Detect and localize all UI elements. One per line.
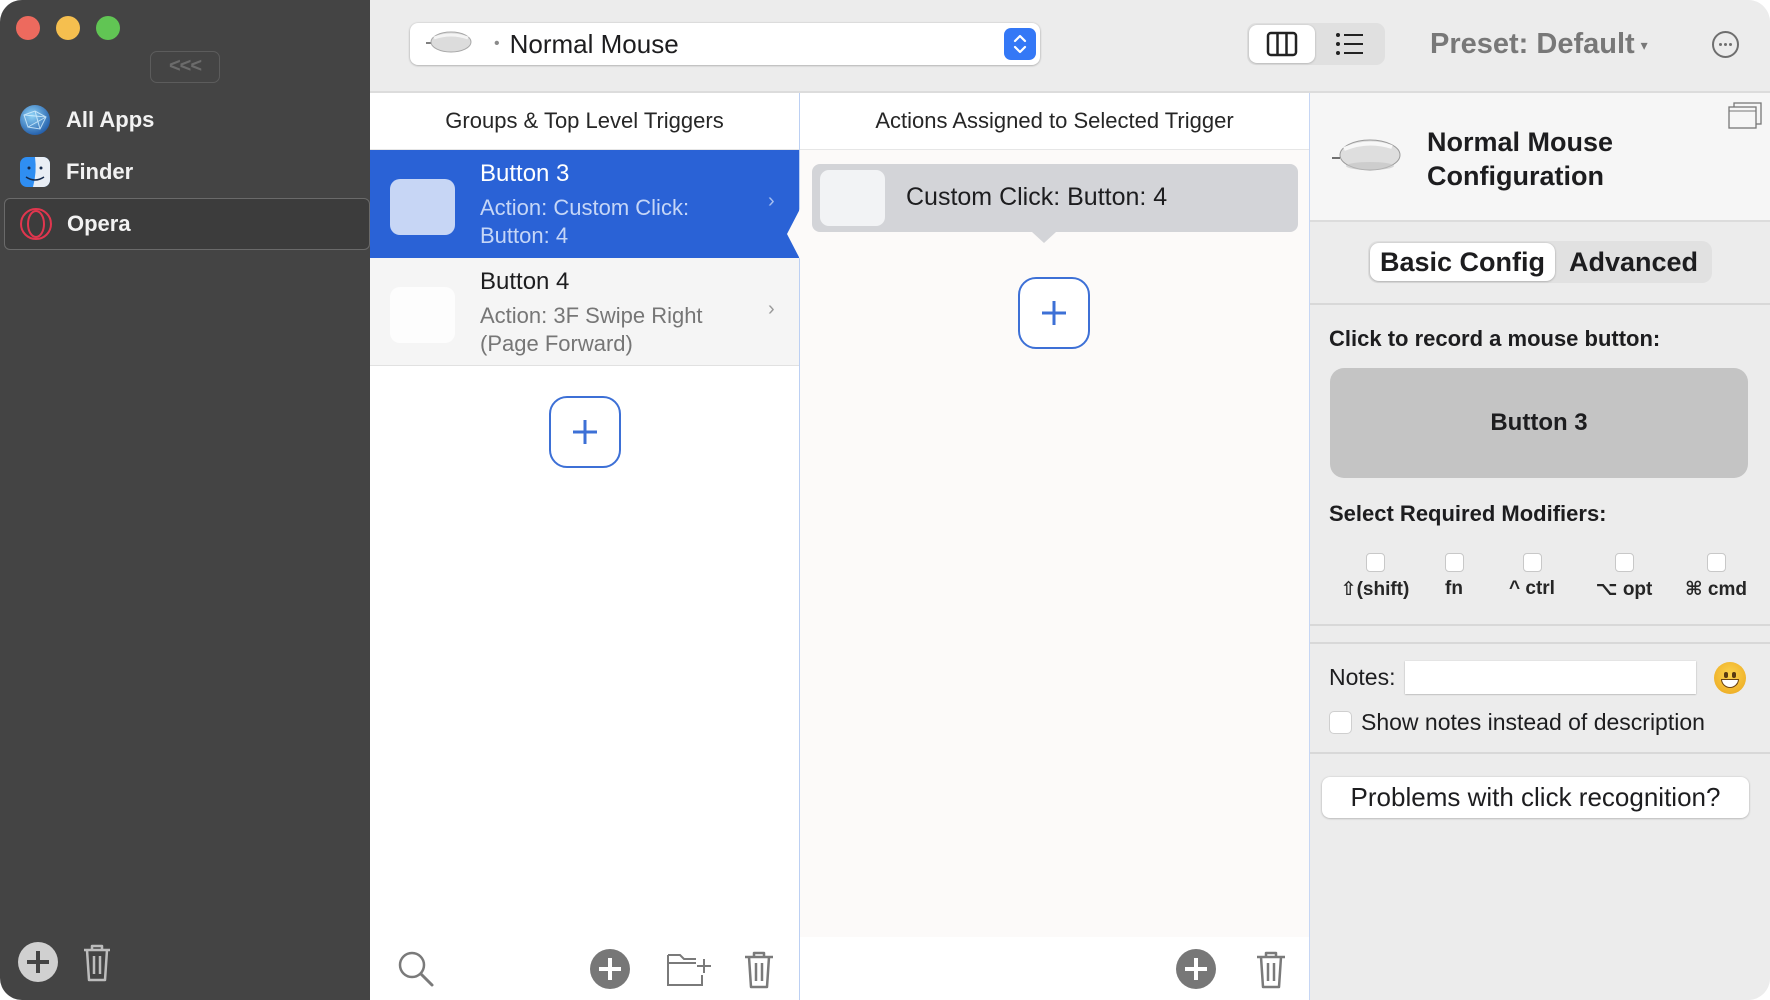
mouse-icon [1330, 133, 1404, 182]
modifier-shift[interactable]: ⇧(shift) [1330, 553, 1420, 601]
columns-view-button[interactable] [1249, 25, 1315, 63]
trigger-title: Button 4 [480, 268, 570, 295]
config-panel: Normal Mouse Configuration Basic Config … [1309, 93, 1770, 1000]
cmd-checkbox[interactable] [1706, 553, 1726, 572]
divider [1310, 642, 1770, 644]
list-icon [1336, 33, 1363, 55]
modifier-opt[interactable]: ⌥ opt [1579, 553, 1669, 601]
modifier-fn[interactable]: fn [1409, 553, 1499, 600]
config-title: Normal Mouse Configuration [1427, 127, 1614, 191]
modifier-ctrl[interactable]: ^ ctrl [1487, 553, 1577, 600]
trash-icon[interactable] [80, 942, 114, 982]
action-label: Custom Click: Button: 4 [906, 183, 1168, 211]
new-folder-icon[interactable] [666, 949, 712, 987]
notes-label: Notes: [1329, 664, 1396, 690]
sidebar-footer [18, 942, 114, 982]
chevron-right-icon: › [768, 298, 775, 320]
chevron-up-down-icon[interactable] [1004, 28, 1036, 60]
trigger-thumbnail [390, 287, 455, 343]
separator-dot: • [494, 35, 500, 52]
opera-icon [19, 207, 53, 241]
emoji-picker-icon[interactable] [1714, 662, 1746, 694]
modifier-label: ⌘ cmd [1685, 579, 1747, 600]
action-thumbnail [820, 170, 885, 226]
search-icon[interactable] [396, 949, 436, 989]
sidebar-item-all-apps[interactable]: All Apps [4, 94, 370, 146]
sidebar-item-opera[interactable]: Opera [4, 198, 370, 250]
finder-icon [18, 155, 52, 189]
device-select[interactable]: • Normal Mouse [410, 23, 1040, 65]
modifier-label: ⌥ opt [1595, 579, 1653, 600]
trigger-thumbnail [390, 179, 455, 235]
modifier-label: fn [1445, 578, 1463, 599]
detach-window-icon[interactable] [1727, 101, 1763, 131]
tab-advanced[interactable]: Advanced [1557, 243, 1710, 281]
actions-column-header: Actions Assigned to Selected Trigger [800, 93, 1309, 150]
device-name: Normal Mouse [509, 28, 679, 59]
add-trigger-footer-button[interactable] [590, 949, 630, 989]
add-action-footer-button[interactable] [1176, 949, 1216, 989]
add-trigger-button[interactable] [549, 396, 621, 468]
trash-icon[interactable] [1254, 949, 1288, 989]
divider [1310, 303, 1770, 305]
divider [1310, 752, 1770, 754]
close-window-button[interactable] [16, 16, 40, 40]
collapse-sidebar-button[interactable]: <<< [150, 51, 220, 83]
selection-pointer [787, 207, 801, 261]
trigger-row[interactable]: Button 3 Action: Custom Click: Button: 4… [370, 150, 799, 258]
divider [1310, 624, 1770, 626]
record-label: Click to record a mouse button: [1329, 326, 1661, 351]
tab-basic-config[interactable]: Basic Config [1370, 243, 1555, 281]
actions-list: Custom Click: Button: 4 [787, 150, 1309, 937]
add-app-button[interactable] [18, 942, 58, 982]
sidebar-item-finder[interactable]: Finder [4, 146, 370, 198]
ellipsis-circle-icon[interactable] [1712, 31, 1739, 58]
modifier-label: ^ ctrl [1509, 578, 1555, 599]
actions-footer [800, 935, 1309, 1000]
shift-checkbox[interactable] [1365, 553, 1385, 572]
show-notes-checkbox[interactable] [1329, 711, 1352, 734]
ctrl-checkbox[interactable] [1522, 553, 1542, 572]
sidebar-item-label: All Apps [66, 107, 155, 132]
triggers-footer [370, 935, 799, 1000]
list-view-button[interactable] [1317, 25, 1383, 63]
trigger-description: Action: 3F Swipe Right (Page Forward) [480, 303, 703, 356]
sidebar-item-label: Finder [66, 159, 134, 184]
modifiers-label: Select Required Modifiers: [1329, 501, 1607, 526]
action-row[interactable]: Custom Click: Button: 4 [812, 164, 1298, 243]
globe-network-icon [18, 103, 52, 137]
chevron-right-icon: › [768, 190, 775, 212]
problems-button[interactable]: Problems with click recognition? [1322, 777, 1749, 818]
view-mode-toggle [1247, 23, 1385, 65]
trigger-description: Action: Custom Click: Button: 4 [480, 195, 690, 248]
maximize-window-button[interactable] [96, 16, 120, 40]
app-window: <<< All Apps Finder Opera • Normal Mouse… [0, 0, 1770, 1000]
trigger-row[interactable]: Button 4 Action: 3F Swipe Right (Page Fo… [370, 258, 799, 366]
notes-field[interactable] [1405, 661, 1696, 694]
show-notes-label: Show notes instead of description [1361, 709, 1705, 735]
columns-icon [1266, 31, 1298, 57]
fn-checkbox[interactable] [1444, 553, 1464, 572]
minimize-window-button[interactable] [56, 16, 80, 40]
trash-icon[interactable] [742, 949, 776, 989]
trigger-title: Button 3 [480, 160, 570, 187]
sidebar-item-label: Opera [67, 211, 131, 236]
opt-checkbox[interactable] [1614, 553, 1634, 572]
actions-column: Actions Assigned to Selected Trigger Cus… [787, 93, 1309, 1000]
config-tabs: Basic Config Advanced [1368, 241, 1712, 283]
record-mouse-button[interactable]: Button 3 [1330, 368, 1748, 478]
sidebar: <<< All Apps Finder Opera [0, 0, 370, 1000]
config-header: Normal Mouse Configuration [1310, 93, 1770, 222]
preset-dropdown[interactable]: Preset: Default ▾ [1430, 28, 1648, 61]
modifier-label: ⇧(shift) [1340, 579, 1410, 600]
triggers-column-header: Groups & Top Level Triggers [370, 93, 799, 150]
add-action-button[interactable] [1018, 277, 1090, 349]
show-notes-option[interactable]: Show notes instead of description [1329, 709, 1705, 736]
triggers-column: Groups & Top Level Triggers Button 3 Act… [370, 93, 799, 1000]
modifier-cmd[interactable]: ⌘ cmd [1671, 553, 1761, 601]
caret-down-icon: ▾ [1640, 36, 1648, 53]
mouse-icon [424, 28, 476, 61]
toolbar: • Normal Mouse Preset: Default ▾ [370, 0, 1770, 93]
preset-label: Preset: Default [1430, 28, 1635, 60]
